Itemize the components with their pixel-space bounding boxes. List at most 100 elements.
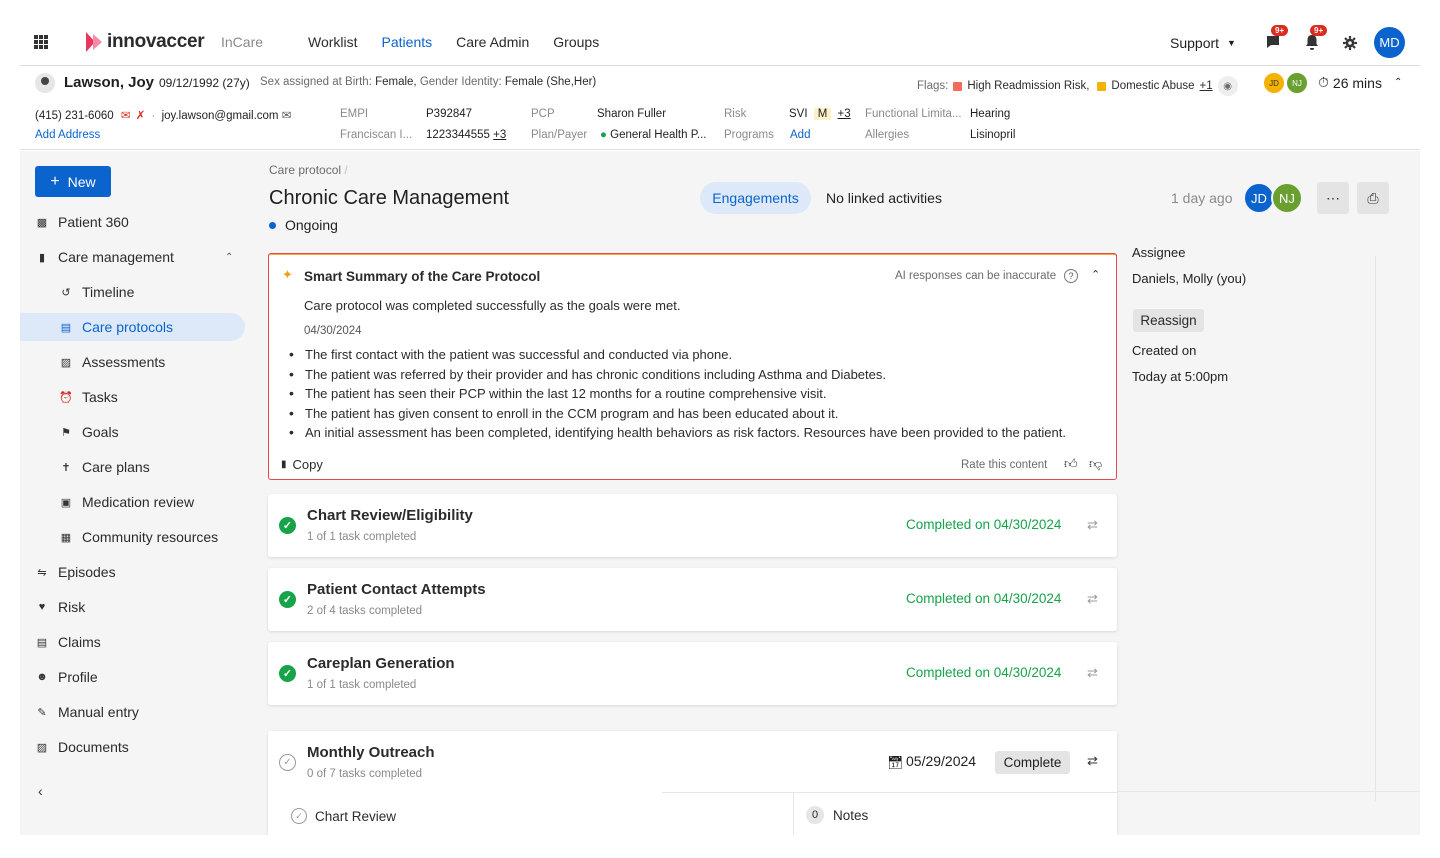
copy-icon: ▮ [281, 459, 287, 470]
reassign-button[interactable]: Reassign [1133, 309, 1204, 332]
chat-icon[interactable]: 9+ [1265, 25, 1289, 50]
nav-groups[interactable]: Groups [553, 34, 599, 50]
assignee-avatar[interactable]: NJ [1271, 182, 1303, 214]
repeat-icon[interactable]: ⇄ [1087, 665, 1098, 681]
logo[interactable]: innovaccer [86, 30, 205, 54]
nav-care-admin[interactable]: Care Admin [456, 34, 529, 50]
repeat-icon[interactable]: ⇄ [1087, 753, 1098, 769]
sidebar-item-manual-entry[interactable]: ✎ Manual entry [20, 698, 245, 726]
flag-high-readmission[interactable]: High Readmission Risk, [967, 80, 1089, 92]
check-circle-outline-icon[interactable]: ✓ [279, 754, 296, 771]
session-timer[interactable]: ⏱ 26 mins ⌃ [1318, 74, 1402, 91]
last-updated: 1 day ago [1171, 190, 1233, 206]
check-circle-outline-icon[interactable]: ✓ [291, 808, 307, 824]
engagements-button[interactable]: Engagements [700, 182, 811, 214]
user-avatar[interactable]: MD [1374, 27, 1405, 58]
care-team-avatar[interactable]: JD [1263, 72, 1285, 94]
app-launcher-icon[interactable] [34, 35, 48, 49]
sidebar-item-tasks[interactable]: ⏰ Tasks [20, 383, 245, 411]
eye-icon[interactable]: ◉ [1217, 76, 1238, 96]
svi-level-badge: M [813, 108, 832, 120]
sidebar-item-profile[interactable]: ☻ Profile [20, 663, 245, 691]
contact-phone-row: (415) 231-6060 ✉ ✗ · joy.lawson@gmail.co… [35, 110, 292, 122]
org-label: Franciscan I... [340, 129, 413, 141]
print-button[interactable]: ⎙ [1357, 182, 1389, 214]
patient-name[interactable]: Lawson, Joy [64, 74, 154, 91]
org-value: 1223344555 [426, 129, 490, 141]
sidebar-item-goals[interactable]: ⚑ Goals [20, 418, 245, 446]
sidebar-item-medication-review[interactable]: ▣ Medication review [20, 488, 245, 516]
sidebar-item-episodes[interactable]: ⇋ Episodes [20, 558, 245, 586]
help-icon[interactable]: ? [1064, 269, 1078, 283]
nav-worklist[interactable]: Worklist [308, 34, 358, 50]
thumbs-down-icon[interactable]: 👎︎ [1089, 456, 1102, 472]
status-dot-icon [269, 221, 276, 229]
flag-domestic-abuse[interactable]: Domestic Abuse [1111, 80, 1194, 92]
list-item: The patient has given consent to enroll … [289, 404, 1066, 424]
sidebar-item-patient-360[interactable]: ▩ Patient 360 [20, 208, 245, 236]
ellipsis-icon: ⋯ [1326, 189, 1340, 206]
sidebar-item-assessments[interactable]: ▨ Assessments [20, 348, 245, 376]
org-more-link[interactable]: +3 [493, 129, 506, 141]
thumbs-up-icon[interactable]: 👍︎ [1064, 456, 1078, 472]
history-icon: ↺ [61, 286, 71, 299]
functional-limitation-value: Hearing [970, 108, 1011, 120]
sidebar-item-care-plans[interactable]: ✝ Care plans [20, 453, 245, 481]
collapse-summary-icon[interactable]: ⌃ [1091, 268, 1100, 281]
sidebar-item-label: Assessments [82, 354, 166, 370]
checklist-icon: ▤ [60, 321, 72, 334]
chat-bubble-icon: ▮ [38, 251, 46, 264]
notes-label: Notes [833, 807, 869, 823]
sidebar-item-timeline[interactable]: ↺ Timeline [20, 278, 245, 306]
created-on-label: Created on [1132, 343, 1197, 358]
status-indicator: Ongoing [269, 217, 338, 233]
sidebar-item-label: Tasks [82, 389, 118, 405]
chevron-up-icon[interactable]: ⌃ [1394, 77, 1402, 88]
shield-check-icon: ● [600, 129, 607, 141]
notes-count: 0 [806, 806, 824, 824]
list-item: The first contact with the patient was s… [289, 345, 1066, 365]
copy-button[interactable]: ▮ Copy [281, 457, 323, 472]
list-item: An initial assessment has been completed… [289, 423, 1066, 443]
nav-patients[interactable]: Patients [382, 34, 433, 50]
sidebar-item-care-protocols[interactable]: ▤ Care protocols [20, 313, 245, 341]
step-title: Chart Review/Eligibility [307, 507, 473, 524]
new-button[interactable]: + New [35, 166, 111, 197]
subtask-item[interactable]: ✓ Chart Review [291, 808, 396, 824]
protocol-step-card[interactable]: ✓ Patient Contact Attempts 2 of 4 tasks … [268, 568, 1117, 631]
ai-disclaimer: AI responses can be inaccurate [895, 270, 1057, 282]
sidebar-item-label: Profile [58, 669, 98, 685]
gear-icon[interactable] [1343, 36, 1359, 52]
sidebar-item-label: Documents [58, 739, 129, 755]
copy-label: Copy [292, 457, 323, 472]
sidebar-item-community-resources[interactable]: ▦ Community resources [20, 523, 245, 551]
repeat-icon[interactable]: ⇄ [1087, 517, 1098, 533]
patient-phone[interactable]: (415) 231-6060 [35, 110, 114, 122]
bell-icon[interactable]: 9+ [1304, 25, 1328, 50]
logo-mark-icon [86, 32, 104, 52]
repeat-icon[interactable]: ⇄ [1087, 591, 1098, 607]
assignee-label: Assignee [1132, 245, 1186, 260]
plus-icon: + [50, 172, 60, 190]
sidebar-item-documents[interactable]: ▨ Documents [20, 733, 245, 761]
complete-button[interactable]: Complete [995, 751, 1070, 774]
breadcrumb-care-protocol[interactable]: Care protocol [269, 163, 341, 177]
timer-value: 26 mins [1332, 74, 1382, 91]
add-program-link[interactable]: Add [790, 129, 810, 141]
more-options-button[interactable]: ⋯ [1317, 182, 1349, 214]
flags-more-link[interactable]: +1 [1200, 80, 1213, 92]
sidebar-item-claims[interactable]: ▤ Claims [20, 628, 245, 656]
sidebar-item-risk[interactable]: ♥ Risk [20, 593, 245, 621]
patient-email[interactable]: joy.lawson@gmail.com [162, 110, 279, 122]
protocol-step-card[interactable]: ✓ Careplan Generation 1 of 1 task comple… [268, 642, 1117, 705]
due-date[interactable]: 05/29/2024 [906, 753, 976, 769]
care-team-avatar[interactable]: NJ [1286, 72, 1308, 94]
rate-label: Rate this content [961, 459, 1048, 471]
risk-more-link[interactable]: +3 [838, 108, 851, 120]
protocol-step-card[interactable]: ✓ Chart Review/Eligibility 1 of 1 task c… [268, 494, 1117, 557]
collapse-sidebar-icon[interactable]: ‹ [38, 783, 43, 799]
functional-limitation-label: Functional Limita... [865, 108, 962, 120]
support-menu[interactable]: Support ▼ [1170, 35, 1236, 51]
sidebar-item-care-management[interactable]: ▮ Care management ⌃ [20, 243, 245, 271]
add-address-link[interactable]: Add Address [35, 129, 100, 141]
